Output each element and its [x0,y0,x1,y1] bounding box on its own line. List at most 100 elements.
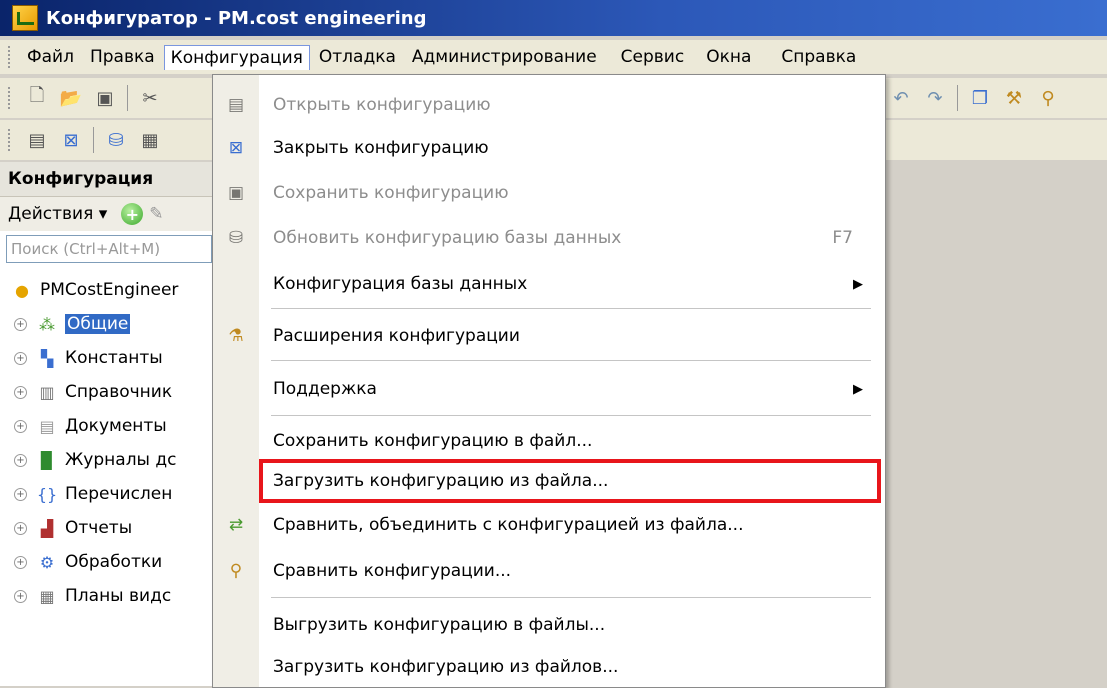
tree-node-label: Документы [65,416,167,436]
expand-icon[interactable]: + [14,589,27,603]
menu-compare-merge-from-file[interactable]: ⇄ Сравнить, объединить с конфигурацией и… [213,505,885,545]
menu-debug[interactable]: Отладка [312,44,403,70]
app-logo-icon [12,5,38,31]
menu-bar: Файл Правка Конфигурация Отладка Админис… [0,40,1107,74]
close-config-toolbar-icon[interactable]: ⊠ [58,127,84,153]
reports-icon: ▟ [40,518,54,538]
expand-icon[interactable]: + [14,487,27,501]
database-icon[interactable]: ⛁ [103,127,129,153]
new-document-icon[interactable]: 🗋 [24,85,50,111]
tree-node-label: Журналы дс [65,450,177,470]
cut-icon[interactable]: ✂ [137,85,163,111]
tree-node-documents[interactable]: + ▤ Документы [0,409,218,443]
menu-support[interactable]: Поддержка ▶ [213,369,885,409]
menu-close-configuration[interactable]: ⊠ Закрыть конфигурацию [213,128,885,168]
tree-node-label: Справочник [65,382,173,402]
menu-edit[interactable]: Правка [83,44,162,70]
tree-node-catalogs[interactable]: + ▥ Справочник [0,375,218,409]
expand-icon[interactable]: + [14,453,27,467]
back-icon[interactable]: ↶ [888,85,914,111]
tree-node-reports[interactable]: + ▟ Отчеты [0,511,218,545]
menu-save-configuration[interactable]: ▣ Сохранить конфигурацию [213,173,885,213]
empty-icon-slot [213,369,259,409]
tree-node-label: Общие [65,314,131,334]
journals-icon: ▉ [40,450,54,470]
expand-icon[interactable]: + [14,351,27,365]
open-config-icon: ▤ [227,95,245,115]
tree-node-constants[interactable]: + ▚ Константы [0,341,218,375]
close-config-icon: ⊠ [228,138,244,158]
edit-icon[interactable]: ✎ [149,204,163,224]
constants-icon: ▚ [40,348,54,368]
menubar-grip[interactable] [8,46,14,68]
catalogs-icon: ▥ [39,382,55,402]
menu-load-configuration-from-files[interactable]: Загрузить конфигурацию из файлов... [213,647,885,687]
menu-configuration[interactable]: Конфигурация [163,44,310,70]
menu-separator [271,597,871,598]
menu-windows[interactable]: Окна [699,44,758,70]
shortcut-label: F7 [832,228,853,248]
common-icon: ⁂ [39,314,55,334]
empty-icon-slot [213,461,259,501]
expand-icon[interactable]: + [14,555,27,569]
empty-icon-slot [213,605,259,645]
expand-icon[interactable]: + [14,385,27,399]
empty-icon-slot [213,421,259,461]
plans-icon: ▦ [39,586,55,606]
menu-database-configuration[interactable]: Конфигурация базы данных ▶ [213,264,885,304]
configuration-menu: ▤ Открыть конфигурацию ⊠ Закрыть конфигу… [212,74,886,688]
tree-root[interactable]: ● PMCostEngineer [0,273,218,307]
toolbar-separator [957,85,958,111]
menu-service[interactable]: Сервис [614,44,692,70]
menu-save-configuration-to-file[interactable]: Сохранить конфигурацию в файл... [213,421,885,461]
tree-node-processing[interactable]: + ⚙ Обработки [0,545,218,579]
menu-file[interactable]: Файл [20,44,81,70]
toolbar-grip[interactable] [8,87,14,109]
expand-icon[interactable]: + [14,521,27,535]
save-icon[interactable]: ▣ [92,85,118,111]
compare-icon: ⚲ [229,561,243,581]
menu-separator [271,415,871,416]
menu-open-configuration[interactable]: ▤ Открыть конфигурацию [213,85,885,125]
menu-compare-configurations[interactable]: ⚲ Сравнить конфигурации... [213,551,885,591]
tree-node-label: Отчеты [65,518,133,538]
tree-node-label: Константы [65,348,163,368]
documents-icon: ▤ [39,416,55,436]
menu-export-configuration-to-files[interactable]: Выгрузить конфигурацию в файлы... [213,605,885,645]
forward-icon[interactable]: ↷ [922,85,948,111]
root-config-icon: ● [15,280,29,300]
expand-icon[interactable]: + [14,317,27,331]
panel-title: Конфигурация [0,162,218,197]
menu-administration[interactable]: Администрирование [405,44,604,70]
find-icon[interactable]: ⚲ [1035,85,1061,111]
assistant-icon[interactable]: ⚒ [1001,85,1027,111]
menu-help[interactable]: Справка [774,44,863,70]
expand-icon[interactable]: + [14,419,27,433]
title-bar: Конфигуратор - PM.cost engineering [0,0,1107,36]
search-input[interactable]: Поиск (Ctrl+Alt+M) [6,235,212,263]
empty-icon-slot [213,647,259,687]
add-icon[interactable]: + [121,203,144,225]
configuration-panel: Конфигурация Действия ▾ + ✎ Поиск (Ctrl+… [0,162,219,686]
tree-root-label: PMCostEngineer [40,280,179,300]
update-db-icon: ⛁ [228,228,244,248]
menu-configuration-extensions[interactable]: ⚗ Расширения конфигурации [213,316,885,356]
actions-menu-button[interactable]: Действия ▾ [8,204,107,224]
open-folder-icon[interactable]: 📂 [58,85,84,111]
tree-node-common[interactable]: + ⁂ Общие [0,307,218,341]
tree-node-journals[interactable]: + ▉ Журналы дс [0,443,218,477]
tree-node-enums[interactable]: + {} Перечислен [0,477,218,511]
empty-icon-slot [213,264,259,304]
tree-node-label: Планы видс [65,586,172,606]
window-title: Конфигуратор - PM.cost engineering [46,7,427,29]
menu-update-database-configuration[interactable]: ⛁ Обновить конфигурацию базы данных F7 [213,218,885,258]
table-icon[interactable]: ▦ [137,127,163,153]
window-icon[interactable]: ❐ [967,85,993,111]
toolbar-separator [127,85,128,111]
enums-icon: {} [36,484,58,504]
tree-node-plans[interactable]: + ▦ Планы видс [0,579,218,613]
save-config-icon: ▣ [227,183,245,203]
toolbar-grip[interactable] [8,129,14,151]
tree-node-label: Перечислен [65,484,173,504]
open-config-toolbar-icon[interactable]: ▤ [24,127,50,153]
